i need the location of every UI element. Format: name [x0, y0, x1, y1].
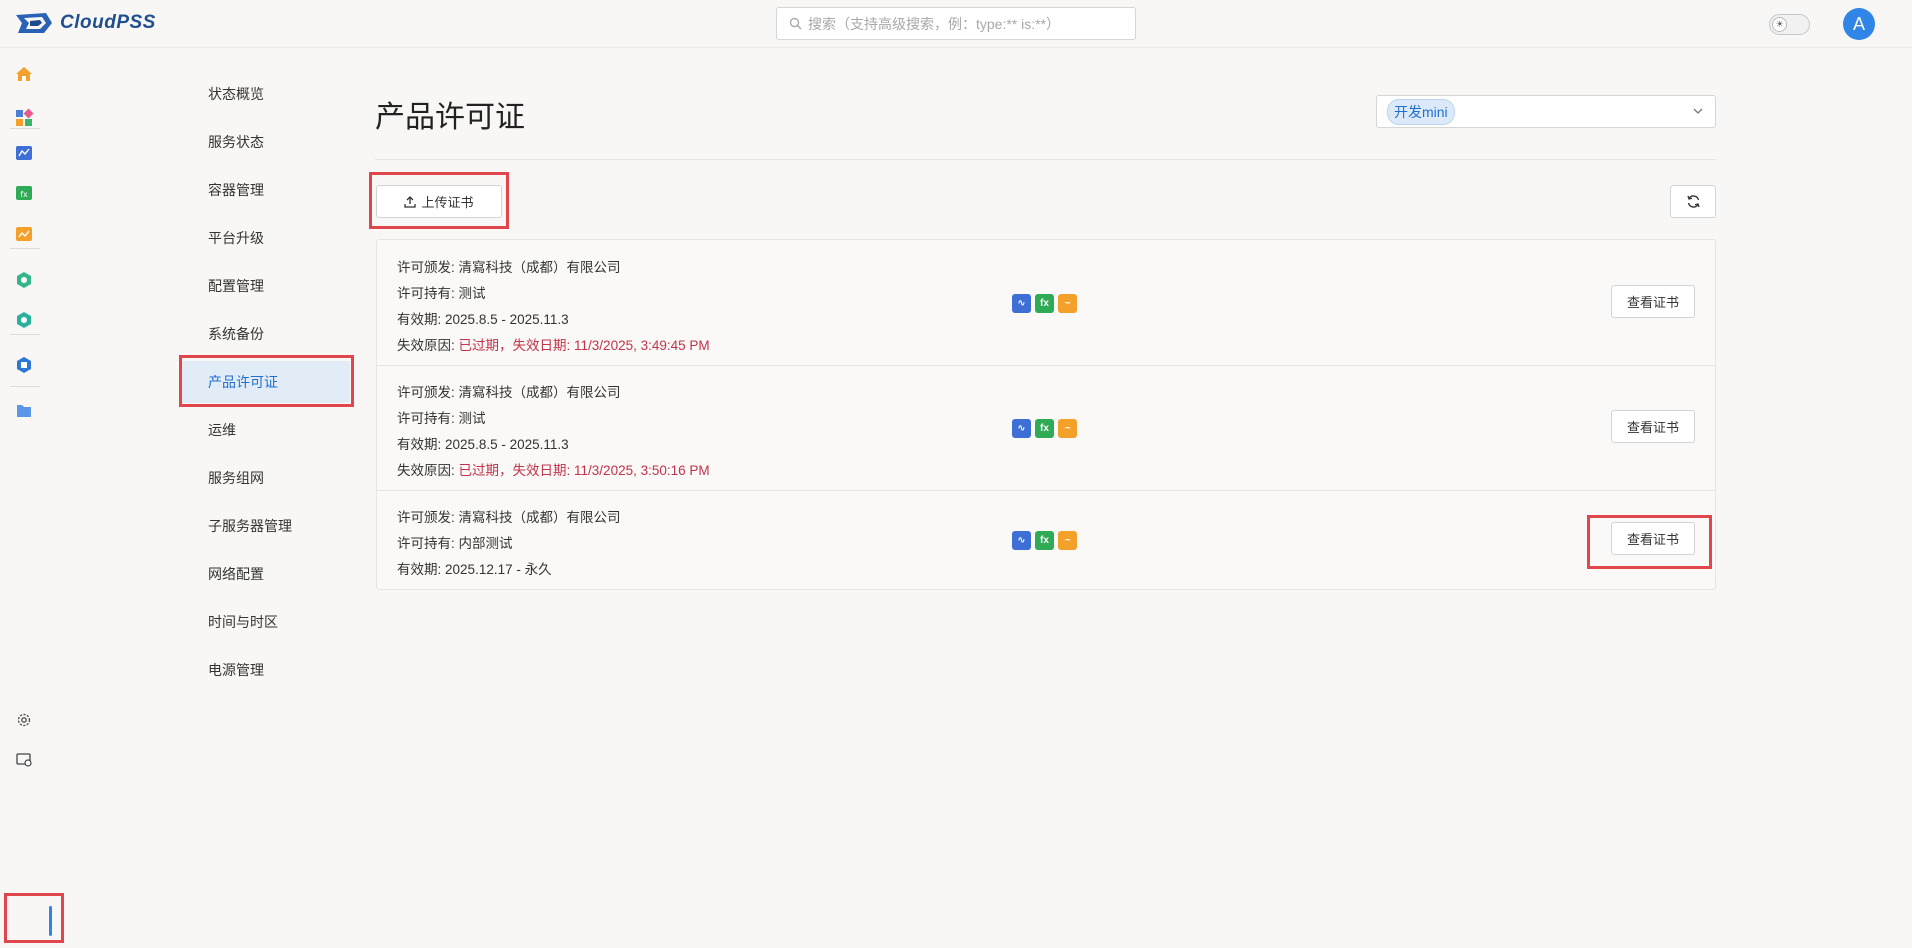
chart-product-icon: ~	[1058, 531, 1077, 550]
nav-item-config-management[interactable]: 配置管理	[180, 265, 350, 307]
emt-product-icon: ∿	[1012, 294, 1031, 313]
active-indicator	[49, 906, 52, 936]
nav-item-sub-server-management[interactable]: 子服务器管理	[180, 505, 350, 547]
function-product-icon: fx	[1035, 294, 1054, 313]
upload-label: 上传证书	[421, 195, 474, 210]
nav-item-status-overview[interactable]: 状态概览	[180, 73, 350, 115]
emt-app-icon[interactable]	[14, 143, 34, 163]
nav-item-system-backup[interactable]: 系统备份	[180, 313, 350, 355]
view-certificate-button[interactable]: 查看证书	[1611, 522, 1695, 555]
refresh-icon	[1686, 195, 1700, 208]
license-holder: 许可持有: 测试	[397, 286, 486, 301]
search-icon	[789, 17, 802, 30]
file-app-icon[interactable]	[14, 401, 34, 421]
product-select[interactable]: 开发mini	[1376, 95, 1716, 128]
sun-icon: ☀	[1772, 17, 1787, 32]
home-icon[interactable]	[14, 64, 34, 84]
license-failure-reason: 失效原因: 已过期，失效日期: 11/3/2025, 3:49:45 PM	[397, 338, 710, 353]
nav-item-network-config[interactable]: 网络配置	[180, 553, 350, 595]
nav-item-product-license[interactable]: 产品许可证	[180, 361, 350, 403]
svg-text:fx: fx	[20, 190, 28, 199]
license-card: 许可颁发: 清寫科技（成都）有限公司 许可持有: 测试 有效期: 2025.8.…	[377, 366, 1715, 491]
logo[interactable]: CloudPSS	[14, 11, 156, 35]
logo-text: CloudPSS	[60, 12, 156, 33]
app-rail: fx	[0, 48, 52, 948]
theme-toggle[interactable]: ☀	[1769, 14, 1810, 35]
hex-app-icon-2[interactable]	[14, 310, 34, 330]
chevron-down-icon	[1693, 108, 1703, 114]
emt-product-icon: ∿	[1012, 419, 1031, 438]
nav-item-time-timezone[interactable]: 时间与时区	[180, 601, 350, 643]
gear-icon[interactable]	[14, 710, 34, 730]
nav-item-power-management[interactable]: 电源管理	[180, 649, 350, 691]
function-app-icon[interactable]: fx	[14, 183, 34, 203]
license-products: ∿ fx ~	[1012, 531, 1077, 550]
license-issuer: 许可颁发: 清寫科技（成都）有限公司	[397, 510, 621, 525]
license-issuer: 许可颁发: 清寫科技（成都）有限公司	[397, 385, 621, 400]
chart-product-icon: ~	[1058, 294, 1077, 313]
search-input[interactable]: 搜索（支持高级搜索，例：type:** is:**）	[776, 7, 1136, 40]
license-card: 许可颁发: 清寫科技（成都）有限公司 许可持有: 内部测试 有效期: 2025.…	[377, 491, 1715, 589]
selected-product-chip: 开发mini	[1387, 98, 1455, 125]
nav-item-container-management[interactable]: 容器管理	[180, 169, 350, 211]
license-products: ∿ fx ~	[1012, 419, 1077, 438]
chart-product-icon: ~	[1058, 419, 1077, 438]
view-certificate-button[interactable]: 查看证书	[1611, 285, 1695, 318]
view-certificate-button[interactable]: 查看证书	[1611, 410, 1695, 443]
license-holder: 许可持有: 内部测试	[397, 536, 513, 551]
cloudpss-logo-icon	[16, 13, 52, 33]
rail-divider	[10, 128, 40, 129]
chart-app-icon[interactable]	[14, 224, 34, 244]
hex-app-icon[interactable]	[14, 270, 34, 290]
license-issuer: 许可颁发: 清寫科技（成都）有限公司	[397, 260, 621, 275]
search-placeholder: 搜索（支持高级搜索，例：type:** is:**）	[808, 15, 1061, 32]
nav-item-operations[interactable]: 运维	[180, 409, 350, 451]
rail-divider	[10, 248, 40, 249]
upload-certificate-button[interactable]: 上传证书	[376, 185, 502, 218]
page-title: 产品许可证	[375, 101, 525, 134]
rail-divider	[10, 386, 40, 387]
nav-item-platform-upgrade[interactable]: 平台升级	[180, 217, 350, 259]
model-app-icon[interactable]	[14, 355, 34, 375]
header-divider	[375, 159, 1716, 160]
emt-product-icon: ∿	[1012, 531, 1031, 550]
avatar[interactable]: A	[1843, 8, 1875, 40]
function-product-icon: fx	[1035, 419, 1054, 438]
license-failure-reason: 失效原因: 已过期，失效日期: 11/3/2025, 3:50:16 PM	[397, 463, 710, 478]
license-validity: 有效期: 2025.12.17 - 永久	[397, 562, 552, 577]
license-list: 许可颁发: 清寫科技（成都）有限公司 许可持有: 测试 有效期: 2025.8.…	[376, 239, 1716, 590]
function-product-icon: fx	[1035, 531, 1054, 550]
license-card: 许可颁发: 清寫科技（成都）有限公司 许可持有: 测试 有效期: 2025.8.…	[377, 240, 1715, 366]
license-products: ∿ fx ~	[1012, 294, 1077, 313]
license-validity: 有效期: 2025.8.5 - 2025.11.3	[397, 437, 569, 452]
upload-icon	[404, 195, 417, 208]
nav-item-service-status[interactable]: 服务状态	[180, 121, 350, 163]
system-admin-icon[interactable]	[14, 750, 34, 770]
rail-divider	[10, 334, 40, 335]
license-holder: 许可持有: 测试	[397, 411, 486, 426]
refresh-button[interactable]	[1670, 185, 1716, 218]
nav-item-service-network[interactable]: 服务组网	[180, 457, 350, 499]
license-validity: 有效期: 2025.8.5 - 2025.11.3	[397, 312, 569, 327]
apps-icon[interactable]	[14, 108, 34, 128]
top-bar: CloudPSS 搜索（支持高级搜索，例：type:** is:**） ☀ A	[0, 0, 1912, 48]
